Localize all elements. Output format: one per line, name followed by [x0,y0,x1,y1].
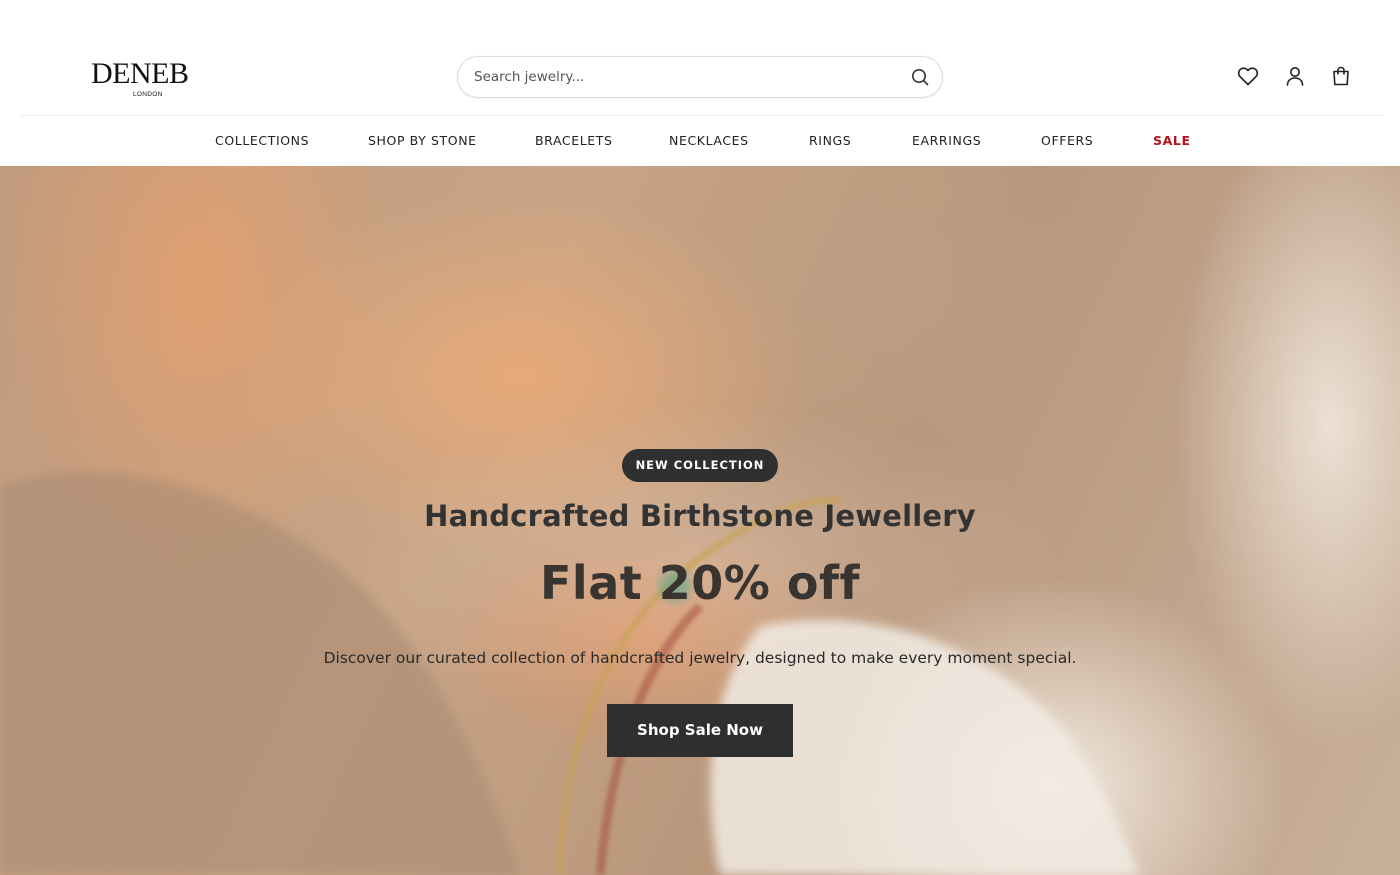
search-bar [457,56,943,98]
brand-logo[interactable]: DENEB LONDON [91,56,203,100]
nav-item-earrings[interactable]: EARRINGS [912,133,981,148]
nav-item-sale[interactable]: SALE [1153,133,1191,148]
main-nav: COLLECTIONS SHOP BY STONE BRACELETS NECK… [0,116,1400,166]
nav-item-rings[interactable]: RINGS [809,133,851,148]
nav-item-collections[interactable]: COLLECTIONS [215,133,309,148]
hero-title: Handcrafted Birthstone Jewellery [424,499,976,533]
nav-item-necklaces[interactable]: NECKLACES [669,133,749,148]
nav-item-bracelets[interactable]: BRACELETS [535,133,613,148]
brand-name: DENEB [91,57,189,90]
nav-item-shop-by-stone[interactable]: SHOP BY STONE [368,133,477,148]
search-icon[interactable] [910,67,930,87]
user-icon[interactable] [1283,64,1307,88]
brand-subtitle: LONDON [133,91,163,98]
shop-sale-button[interactable]: Shop Sale Now [607,704,793,757]
site-header: DENEB LONDON COLLECTIONS SHOP BY STONE [0,0,1400,166]
hero-offer: Flat 20% off [540,556,860,610]
hero-banner: NEW COLLECTION Handcrafted Birthstone Je… [0,166,1400,875]
hero-description: Discover our curated collection of handc… [323,649,1077,667]
heart-icon[interactable] [1236,64,1260,88]
shopping-bag-icon[interactable] [1329,64,1353,88]
search-input[interactable] [474,57,894,97]
new-collection-badge: NEW COLLECTION [622,449,778,482]
nav-item-offers[interactable]: OFFERS [1041,133,1093,148]
